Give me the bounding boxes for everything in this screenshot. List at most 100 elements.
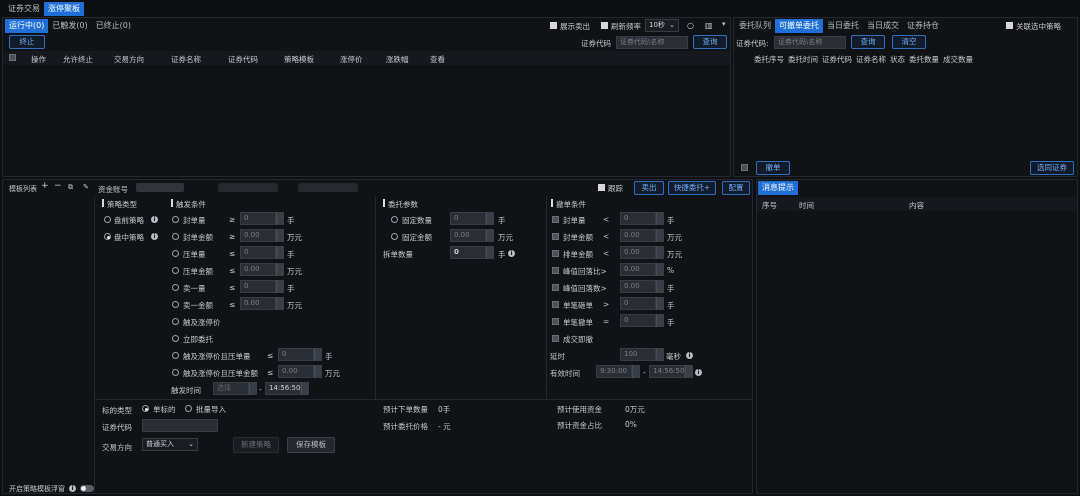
cancel-row-input[interactable]: 0.00 [620,246,656,259]
calendar-icon[interactable] [685,365,693,378]
columns-icon[interactable]: ▥ [705,21,713,30]
single-target-radio[interactable] [142,405,149,412]
fixed-amt-input[interactable]: 0.00 [450,229,486,242]
quick-order-button[interactable]: 快捷委托+ [668,181,716,195]
split-stepper[interactable] [486,246,494,259]
cancel-row-stepper[interactable] [656,314,664,327]
new-strategy-button[interactable]: 新建策略 [233,437,279,453]
tab-triggered[interactable]: 已触发(0) [48,19,91,33]
trigger-radio[interactable] [172,267,179,274]
cancel-row-input[interactable]: 0.00 [620,229,656,242]
trigger-row-input[interactable]: 0 [240,212,276,225]
fixed-qty-radio[interactable] [391,216,398,223]
cancel-row-checkbox[interactable] [552,233,559,240]
intraday-radio[interactable] [104,233,111,240]
trigger-row-input[interactable]: 0 [240,246,276,259]
follow-checkbox[interactable] [598,184,605,191]
tab-cancelable[interactable]: 可撤单委托 [775,19,823,33]
trigger-radio[interactable] [172,250,179,257]
link-strategy-checkbox[interactable] [1006,22,1013,29]
cancel-row-checkbox[interactable] [552,301,559,308]
calendar-icon[interactable] [249,382,257,395]
tab-messages[interactable]: 消息提示 [758,181,798,195]
fixed-amt-radio[interactable] [391,233,398,240]
valid-time-end[interactable]: 14:56:50 [649,365,685,378]
tab-today-deals[interactable]: 当日成交 [863,19,903,33]
tab-terminated[interactable]: 已终止(0) [92,19,135,33]
trigger-radio[interactable] [172,216,179,223]
cancel-row-input[interactable]: 0.00 [620,263,656,276]
cancel-row-checkbox[interactable] [552,267,559,274]
fixed-qty-input[interactable]: 0 [450,212,486,225]
direction-select[interactable]: 普通买入 ⌄ [142,438,198,451]
stop-button[interactable]: 终止 [9,35,45,49]
tab-positions[interactable]: 证券持仓 [903,19,943,33]
touch-amt-radio[interactable] [172,369,179,376]
cancel-row-stepper[interactable] [656,246,664,259]
cancel-row-checkbox[interactable] [552,216,559,223]
code-search-input[interactable]: 证券代码\名称 [616,36,688,49]
tab-order-queue[interactable]: 委托队列 [735,19,775,33]
query-button[interactable]: 查询 [693,35,727,49]
config-button[interactable]: 配置 [722,181,750,195]
remove-icon[interactable]: − [54,182,62,191]
order-clear-button[interactable]: 清空 [892,35,926,49]
trigger-radio[interactable] [172,233,179,240]
premarket-radio[interactable] [104,216,111,223]
delay-stepper[interactable] [656,348,664,361]
cancel-row-input[interactable]: 0.00 [620,280,656,293]
add-icon[interactable]: + [41,182,49,191]
batch-import-radio[interactable] [185,405,192,412]
tab-today-orders[interactable]: 当日委托 [823,19,863,33]
tab-running[interactable]: 运行中(0) [5,19,49,33]
touch-vol-stepper[interactable] [314,348,322,361]
order-select-all-checkbox[interactable] [741,164,748,171]
trigger-row-input[interactable]: 0.00 [240,229,276,242]
select-same-button[interactable]: 选同证券 [1030,161,1074,175]
cancel-row-checkbox[interactable] [552,250,559,257]
cancel-row-stepper[interactable] [656,212,664,225]
refresh-rate-checkbox[interactable] [601,22,608,29]
trigger-row-stepper[interactable] [276,229,284,242]
refresh-icon[interactable]: ○ [687,21,694,30]
tab-securities-trading[interactable]: 证券交易 [4,2,44,16]
trigger-time-start[interactable]: 选择 [213,382,249,395]
show-sell-checkbox[interactable] [550,22,557,29]
cancel-row-input[interactable]: 0 [620,297,656,310]
order-code-input[interactable]: 证券代码\名称 [774,36,846,49]
float-toggle-switch[interactable] [80,485,94,492]
valid-time-start[interactable]: 9:30:00 [596,365,632,378]
trigger-row-stepper[interactable] [276,246,284,259]
save-template-button[interactable]: 保存模板 [287,437,335,453]
fixed-qty-stepper[interactable] [486,212,494,225]
calendar-icon[interactable] [632,365,640,378]
cancel-row-input[interactable]: 0 [620,314,656,327]
cancel-row-input[interactable]: 0 [620,212,656,225]
split-input[interactable]: 0 [450,246,486,259]
order-query-button[interactable]: 查询 [851,35,885,49]
tab-limit-up[interactable]: 涨停聚板 [44,2,84,16]
trigger-radio[interactable] [172,284,179,291]
fixed-amt-stepper[interactable] [486,229,494,242]
edit-icon[interactable]: ✎ [83,183,89,192]
touch-vol-input[interactable]: 0 [278,348,314,361]
bottom-code-input[interactable] [142,419,218,432]
caret-down-icon[interactable]: ▾ [722,20,726,29]
trigger-row-stepper[interactable] [276,212,284,225]
touch-amt-input[interactable]: 0.00 [278,365,314,378]
deal-cancel-checkbox[interactable] [552,335,559,342]
delay-input[interactable]: 100 [620,348,656,361]
trigger-row-input[interactable]: 0 [240,280,276,293]
trigger-time-end[interactable]: 14:56:50 [265,382,301,395]
cancel-row-stepper[interactable] [656,280,664,293]
trigger-row-stepper[interactable] [276,263,284,276]
cancel-row-stepper[interactable] [656,229,664,242]
touch-vol-radio[interactable] [172,352,179,359]
trigger-radio[interactable] [172,301,179,308]
trigger-row-stepper[interactable] [276,297,284,310]
sell-button[interactable]: 卖出 [634,181,664,195]
trigger-row-input[interactable]: 0.00 [240,263,276,276]
copy-icon[interactable]: ⧉ [68,183,73,192]
cancel-row-stepper[interactable] [656,263,664,276]
trigger-row-stepper[interactable] [276,280,284,293]
